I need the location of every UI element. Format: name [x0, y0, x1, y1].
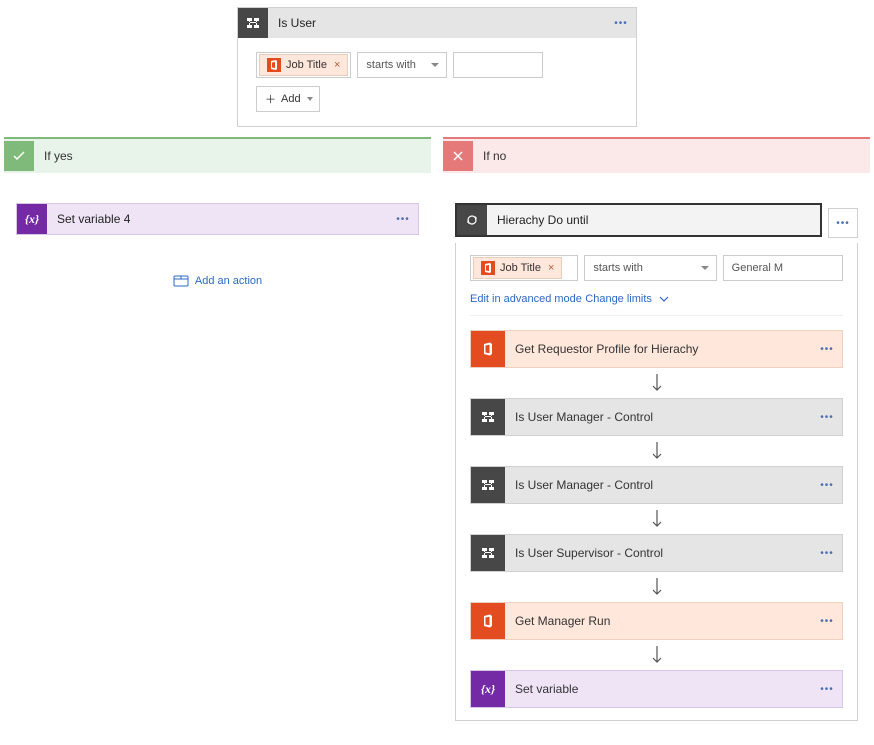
step-title: Get Requestor Profile for Hierachy: [505, 342, 812, 356]
step-menu-button[interactable]: •••: [812, 684, 842, 695]
step-menu-button[interactable]: •••: [812, 344, 842, 355]
loop-header[interactable]: Hierachy Do until: [457, 205, 820, 235]
condition-value-input[interactable]: [453, 52, 543, 78]
do-until-loop-card: Hierachy Do until: [455, 203, 822, 237]
condition-menu-button[interactable]: •••: [606, 18, 636, 29]
loop-job-title-chip[interactable]: Job Title ×: [473, 257, 562, 279]
cross-icon: [443, 141, 473, 171]
branch-if-yes: If yes {x} Set variable 4 ••• Add an act…: [4, 137, 431, 735]
step-title: Is User Manager - Control: [505, 410, 812, 424]
condition-left-field[interactable]: Job Title ×: [256, 52, 351, 78]
loop-icon: [457, 205, 487, 235]
set-variable-card[interactable]: {x} Set variable 4 •••: [16, 203, 419, 235]
office-icon: [267, 58, 281, 72]
chip-remove-icon[interactable]: ×: [548, 262, 554, 274]
step-card[interactable]: {x}Set variable•••: [470, 670, 843, 708]
loop-operator-select[interactable]: starts with: [584, 255, 716, 281]
step-menu-button[interactable]: •••: [812, 412, 842, 423]
condition-icon: [471, 399, 505, 435]
condition-operator-select[interactable]: starts with: [357, 52, 447, 78]
office-icon: [481, 261, 495, 275]
chip-remove-icon[interactable]: ×: [334, 59, 340, 71]
step-title: Get Manager Run: [505, 614, 812, 628]
job-title-chip[interactable]: Job Title ×: [259, 54, 348, 76]
arrow-down-icon: [470, 572, 843, 602]
branch-yes-header: If yes: [4, 139, 431, 173]
condition-header[interactable]: Is User •••: [238, 8, 636, 38]
steps-list: Get Requestor Profile for Hierachy•••Is …: [470, 315, 843, 708]
add-action-button[interactable]: Add an action: [16, 235, 419, 297]
arrow-down-icon: [470, 368, 843, 398]
variable-icon: {x}: [17, 204, 47, 234]
add-condition-button[interactable]: ＋ Add: [256, 86, 320, 112]
arrow-down-icon: [470, 436, 843, 466]
step-card[interactable]: Get Requestor Profile for Hierachy•••: [470, 330, 843, 368]
step-card[interactable]: Get Manager Run•••: [470, 602, 843, 640]
edit-advanced-mode-link[interactable]: Edit in advanced mode: [470, 293, 582, 305]
add-action-icon: [173, 275, 189, 287]
check-icon: [4, 141, 34, 171]
step-title: Is User Manager - Control: [505, 478, 812, 492]
set-variable-header[interactable]: {x} Set variable 4 •••: [17, 204, 418, 234]
condition-title: Is User: [268, 16, 606, 30]
branch-if-no: If no Hierachy Do until •••: [443, 137, 870, 735]
branch-no-body: Hierachy Do until ••• Job Title ×: [443, 173, 870, 735]
loop-title: Hierachy Do until: [487, 213, 820, 227]
loop-body: Job Title × starts with General M Edit i…: [455, 243, 858, 721]
condition-icon: [471, 535, 505, 571]
office-icon: [471, 331, 505, 367]
plus-icon: ＋: [265, 91, 276, 107]
loop-condition-row: Job Title × starts with General M: [470, 255, 843, 281]
step-title: Is User Supervisor - Control: [505, 546, 812, 560]
chip-label: Job Title: [286, 59, 327, 71]
office-icon: [471, 603, 505, 639]
operator-value: starts with: [366, 59, 416, 71]
step-menu-button[interactable]: •••: [812, 548, 842, 559]
add-label: Add: [281, 93, 301, 105]
chip-label: Job Title: [500, 262, 541, 274]
step-card[interactable]: Is User Supervisor - Control•••: [470, 534, 843, 572]
branch-yes-body: {x} Set variable 4 ••• Add an action: [4, 173, 431, 311]
branch-yes-label: If yes: [34, 149, 73, 163]
operator-value: starts with: [593, 262, 643, 274]
condition-body: Job Title × starts with ＋ Add: [238, 38, 636, 126]
step-menu-button[interactable]: •••: [812, 480, 842, 491]
branches-container: If yes {x} Set variable 4 ••• Add an act…: [0, 137, 874, 745]
set-variable-title: Set variable 4: [47, 212, 388, 226]
add-action-label: Add an action: [195, 275, 262, 287]
loop-value-input[interactable]: General M: [723, 255, 843, 281]
arrow-down-icon: [470, 640, 843, 670]
step-title: Set variable: [505, 682, 812, 696]
chevron-down-icon: [659, 296, 669, 302]
condition-expression-row: Job Title × starts with: [256, 52, 618, 78]
condition-card: Is User ••• Job Title × starts with ＋: [237, 7, 637, 127]
arrow-down-icon: [470, 504, 843, 534]
loop-left-field[interactable]: Job Title ×: [470, 255, 578, 281]
value-text: General M: [732, 262, 783, 274]
condition-icon: [238, 8, 268, 38]
step-menu-button[interactable]: •••: [812, 616, 842, 627]
condition-icon: [471, 467, 505, 503]
variable-icon: {x}: [471, 671, 505, 707]
loop-menu-button[interactable]: •••: [828, 208, 858, 238]
branch-no-header: If no: [443, 139, 870, 173]
step-card[interactable]: Is User Manager - Control•••: [470, 466, 843, 504]
step-card[interactable]: Is User Manager - Control•••: [470, 398, 843, 436]
set-variable-menu-button[interactable]: •••: [388, 214, 418, 225]
branch-no-label: If no: [473, 149, 506, 163]
change-limits-link[interactable]: Change limits: [585, 293, 669, 305]
